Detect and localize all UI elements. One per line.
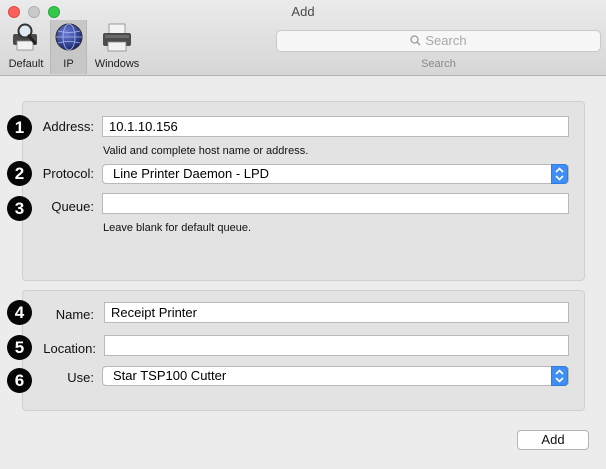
address-label: Address:	[42, 119, 94, 134]
callout-badge-2: 2	[7, 161, 32, 186]
queue-field[interactable]	[102, 193, 569, 214]
chevron-updown-icon	[551, 164, 568, 184]
queue-label: Queue:	[51, 199, 94, 214]
use-select[interactable]: Star TSP100 Cutter	[102, 366, 569, 386]
toolbar-ip-label: IP	[63, 58, 74, 70]
name-field[interactable]: Receipt Printer	[104, 302, 569, 323]
toolbar-default-button[interactable]: Default	[4, 20, 48, 74]
add-printer-window: Add Default IP Windows Search Search 1 A…	[0, 0, 606, 469]
search-caption: Search	[421, 58, 456, 70]
use-label: Use:	[67, 370, 94, 385]
search-icon	[410, 32, 421, 52]
toolbar-windows-button[interactable]: Windows	[89, 20, 145, 74]
callout-badge-3: 3	[7, 196, 32, 221]
toolbar-windows-label: Windows	[94, 58, 140, 70]
toolbar-default-label: Default	[8, 58, 44, 70]
callout-badge-6: 6	[7, 368, 32, 393]
chevron-updown-icon	[551, 366, 568, 386]
use-value: Star TSP100 Cutter	[113, 368, 227, 383]
location-field[interactable]	[104, 335, 569, 356]
printer-icon	[103, 23, 131, 52]
address-field[interactable]: 10.1.10.156	[102, 116, 569, 137]
address-hint: Valid and complete host name or address.	[103, 145, 309, 157]
queue-hint: Leave blank for default queue.	[103, 222, 252, 234]
name-label: Name:	[55, 307, 94, 322]
globe-icon	[55, 23, 82, 51]
protocol-value: Line Printer Daemon - LPD	[113, 166, 270, 181]
location-label: Location:	[43, 341, 96, 356]
printer-magnifier-icon	[13, 23, 37, 51]
callout-badge-1: 1	[7, 115, 32, 140]
search-input[interactable]: Search	[276, 30, 601, 52]
add-button[interactable]: Add	[517, 430, 589, 450]
callout-badge-4: 4	[7, 300, 32, 325]
callout-badge-5: 5	[7, 335, 32, 360]
protocol-label: Protocol:	[42, 166, 94, 181]
window-title: Add	[291, 4, 315, 19]
search-placeholder: Search	[425, 33, 467, 48]
titlebar: Add Default IP Windows Search Search	[0, 0, 606, 76]
protocol-select[interactable]: Line Printer Daemon - LPD	[102, 164, 569, 184]
toolbar-ip-button[interactable]: IP	[50, 20, 87, 74]
